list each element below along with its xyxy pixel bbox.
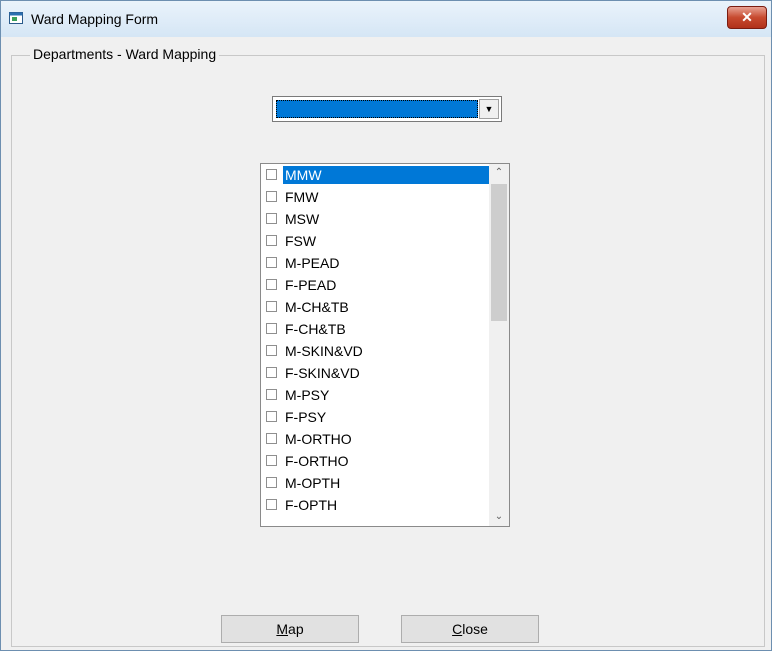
list-item[interactable]: F-SKIN&VD — [261, 362, 489, 384]
close-button[interactable]: Close — [401, 615, 539, 643]
map-button-accelerator: M — [276, 621, 289, 637]
list-item[interactable]: M-PEAD — [261, 252, 489, 274]
item-label: M-PEAD — [285, 255, 340, 271]
item-label: F-OPTH — [285, 497, 338, 513]
groupbox-label: Departments - Ward Mapping — [30, 46, 220, 62]
item-checkbox[interactable] — [266, 477, 277, 488]
item-label: M-SKIN&VD — [285, 343, 363, 359]
list-item[interactable]: F-OPTH — [261, 494, 489, 516]
list-item[interactable]: M-OPTH — [261, 472, 489, 494]
chevron-down-icon: ▼ — [484, 104, 494, 114]
list-item[interactable]: MSW — [261, 208, 489, 230]
list-item[interactable]: M-ORTHO — [261, 428, 489, 450]
item-checkbox[interactable] — [266, 191, 277, 202]
combobox-selected-value — [276, 100, 478, 118]
ward-list: MMW FMW MSW FSW M-PEAD F-PEAD M-CH&TB F-CH&TB M-… — [261, 164, 489, 516]
close-button-label: lose — [462, 621, 488, 637]
item-checkbox[interactable] — [266, 389, 277, 400]
item-label: F-PEAD — [285, 277, 337, 293]
item-label: F-SKIN&VD — [285, 365, 360, 381]
scroll-down-button[interactable]: ⌄ — [489, 508, 509, 526]
list-item[interactable]: F-PSY — [261, 406, 489, 428]
close-icon: ✕ — [741, 9, 753, 25]
item-label: F-CH&TB — [285, 321, 346, 337]
item-checkbox[interactable] — [266, 301, 277, 312]
item-checkbox[interactable] — [266, 411, 277, 422]
item-label: M-CH&TB — [285, 299, 349, 315]
list-item[interactable]: F-PEAD — [261, 274, 489, 296]
window-title: Ward Mapping Form — [31, 11, 159, 27]
map-button[interactable]: Map — [221, 615, 359, 643]
chevron-up-icon: ⌃ — [494, 167, 504, 178]
list-item[interactable]: M-CH&TB — [261, 296, 489, 318]
ward-mapping-window: Ward Mapping Form ✕ Departments - Ward M… — [0, 0, 772, 651]
item-checkbox[interactable] — [266, 323, 277, 334]
item-label: FSW — [285, 233, 317, 249]
item-checkbox[interactable] — [266, 367, 277, 378]
item-checkbox[interactable] — [266, 169, 277, 180]
item-label: FMW — [285, 189, 319, 205]
title-bar[interactable]: Ward Mapping Form ✕ — [1, 1, 771, 37]
ward-checked-listbox[interactable]: MMW FMW MSW FSW M-PEAD F-PEAD M-CH&TB F-CH&TB M-… — [260, 163, 510, 527]
item-checkbox[interactable] — [266, 235, 277, 246]
list-item[interactable]: F-CH&TB — [261, 318, 489, 340]
form-client-area: Departments - Ward Mapping ▼ MMW FMW MSW FS… — [5, 37, 767, 647]
scroll-up-button[interactable]: ⌃ — [489, 164, 509, 182]
item-label: MSW — [285, 211, 320, 227]
scroll-thumb[interactable] — [491, 184, 507, 321]
item-checkbox[interactable] — [266, 455, 277, 466]
item-label: F-PSY — [285, 409, 327, 425]
list-item[interactable]: FSW — [261, 230, 489, 252]
window-close-button[interactable]: ✕ — [727, 6, 767, 29]
close-button-accelerator: C — [452, 621, 463, 637]
item-label: M-ORTHO — [285, 431, 352, 447]
item-label: M-OPTH — [285, 475, 341, 491]
departments-groupbox: Departments - Ward Mapping ▼ MMW FMW MSW FS… — [11, 46, 765, 647]
item-checkbox[interactable] — [266, 213, 277, 224]
chevron-down-icon: ⌄ — [494, 511, 504, 522]
item-label: F-ORTHO — [285, 453, 349, 469]
department-combobox[interactable]: ▼ — [272, 96, 502, 122]
item-checkbox[interactable] — [266, 279, 277, 290]
listbox-scrollbar[interactable]: ⌃ ⌄ — [489, 164, 509, 526]
list-item[interactable]: M-SKIN&VD — [261, 340, 489, 362]
list-item[interactable]: FMW — [261, 186, 489, 208]
list-item[interactable]: M-PSY — [261, 384, 489, 406]
app-icon — [9, 12, 23, 24]
list-item[interactable]: F-ORTHO — [261, 450, 489, 472]
item-checkbox[interactable] — [266, 499, 277, 510]
list-item[interactable]: MMW — [261, 164, 489, 186]
map-button-label: ap — [288, 621, 304, 637]
item-label: M-PSY — [285, 387, 330, 403]
item-checkbox[interactable] — [266, 257, 277, 268]
item-label: MMW — [283, 166, 489, 184]
item-checkbox[interactable] — [266, 433, 277, 444]
item-checkbox[interactable] — [266, 345, 277, 356]
combobox-dropdown-button[interactable]: ▼ — [479, 99, 499, 119]
